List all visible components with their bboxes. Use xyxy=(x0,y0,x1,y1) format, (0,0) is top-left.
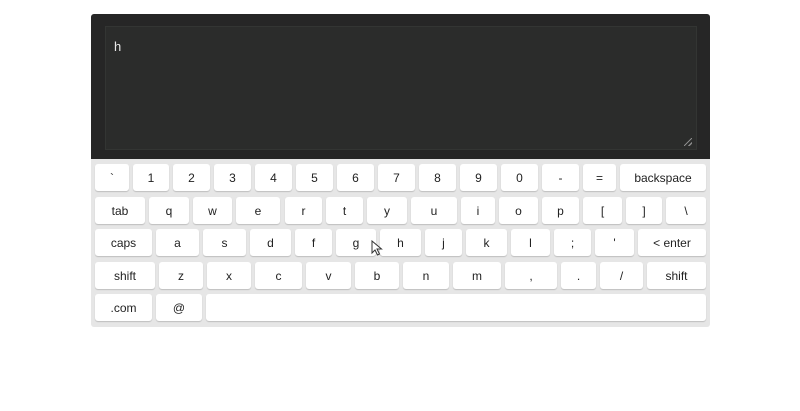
key-dotcom[interactable]: .com xyxy=(95,294,152,321)
key-c[interactable]: c xyxy=(255,262,302,289)
key-g[interactable]: g xyxy=(336,229,376,256)
key-s[interactable]: s xyxy=(203,229,246,256)
key-right-bracket[interactable]: ] xyxy=(626,197,662,224)
key-backslash[interactable]: \ xyxy=(666,197,706,224)
key-backspace[interactable]: backspace xyxy=(620,164,706,191)
key-caps[interactable]: caps xyxy=(95,229,152,256)
key-v[interactable]: v xyxy=(306,262,351,289)
text-input-area[interactable]: h xyxy=(105,26,697,150)
key-z[interactable]: z xyxy=(159,262,203,289)
key-b[interactable]: b xyxy=(355,262,399,289)
key-slash[interactable]: / xyxy=(600,262,643,289)
key-h[interactable]: h xyxy=(380,229,421,256)
key-0[interactable]: 0 xyxy=(501,164,538,191)
key-i[interactable]: i xyxy=(461,197,495,224)
key-at[interactable]: @ xyxy=(156,294,202,321)
virtual-keyboard-widget: h ` 1 2 3 4 5 6 7 8 9 0- = backspace tab q w e r t y u i o p[] \… xyxy=(91,14,710,327)
keyboard: ` 1 2 3 4 5 6 7 8 9 0- = backspace tab q w e r t y u i o p[] \ ca… xyxy=(91,159,710,327)
key-a[interactable]: a xyxy=(156,229,199,256)
key-comma[interactable]: , xyxy=(505,262,557,289)
key-semicolon[interactable]: ; xyxy=(554,229,591,256)
key-r[interactable]: r xyxy=(285,197,322,224)
key-2[interactable]: 2 xyxy=(173,164,210,191)
key-m[interactable]: m xyxy=(453,262,501,289)
key-quote[interactable]: ' xyxy=(595,229,634,256)
key-x[interactable]: x xyxy=(207,262,251,289)
key-j[interactable]: j xyxy=(425,229,462,256)
key-shift-left[interactable]: shift xyxy=(95,262,155,289)
key-7[interactable]: 7 xyxy=(378,164,415,191)
typed-text: h xyxy=(114,39,122,54)
key-u[interactable]: u xyxy=(411,197,457,224)
key-o[interactable]: o xyxy=(499,197,538,224)
resize-handle-icon[interactable] xyxy=(684,138,692,146)
key-minus[interactable]: - xyxy=(542,164,579,191)
key-t[interactable]: t xyxy=(326,197,363,224)
key-3[interactable]: 3 xyxy=(214,164,251,191)
key-8[interactable]: 8 xyxy=(419,164,456,191)
key-space[interactable] xyxy=(206,294,706,321)
key-1[interactable]: 1 xyxy=(133,164,169,191)
key-period[interactable]: . xyxy=(561,262,596,289)
key-l[interactable]: l xyxy=(511,229,550,256)
input-panel: h xyxy=(91,14,710,159)
key-5[interactable]: 5 xyxy=(296,164,333,191)
key-f[interactable]: f xyxy=(295,229,332,256)
key-y[interactable]: y xyxy=(367,197,407,224)
key-k[interactable]: k xyxy=(466,229,507,256)
key-4[interactable]: 4 xyxy=(255,164,292,191)
key-e[interactable]: e xyxy=(236,197,280,224)
key-equals[interactable]: = xyxy=(583,164,616,191)
key-backtick[interactable]: ` xyxy=(95,164,129,191)
key-w[interactable]: w xyxy=(193,197,232,224)
key-6[interactable]: 6 xyxy=(337,164,374,191)
key-enter[interactable]: < enter xyxy=(638,229,706,256)
key-n[interactable]: n xyxy=(403,262,449,289)
key-q[interactable]: q xyxy=(149,197,189,224)
key-left-bracket[interactable]: [ xyxy=(583,197,622,224)
key-d[interactable]: d xyxy=(250,229,291,256)
key-shift-right[interactable]: shift xyxy=(647,262,706,289)
key-tab[interactable]: tab xyxy=(95,197,145,224)
key-9[interactable]: 9 xyxy=(460,164,497,191)
key-p[interactable]: p xyxy=(542,197,579,224)
